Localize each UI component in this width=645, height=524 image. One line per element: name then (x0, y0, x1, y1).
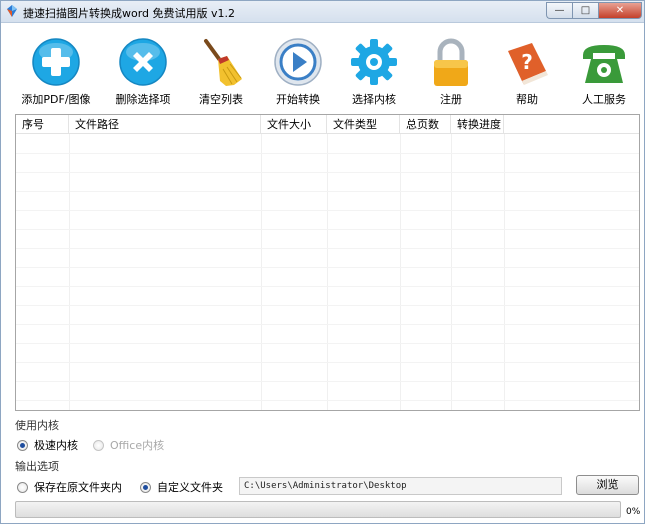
table-row-line (16, 324, 639, 325)
engine-fast-label: 极速内核 (34, 439, 78, 452)
radio-selected-indicator (17, 439, 28, 451)
column-divider (451, 134, 452, 410)
custom-folder-label: 自定义文件夹 (157, 481, 223, 494)
table-row-line (16, 286, 639, 287)
help-button[interactable]: ? 帮助 (487, 25, 567, 109)
play-icon (274, 38, 322, 86)
register-button[interactable]: 注册 (411, 25, 491, 109)
column-divider (504, 134, 505, 410)
maximize-button[interactable]: □ (572, 2, 598, 19)
select-engine-label: 选择内核 (352, 93, 396, 106)
radio-selected-indicator (140, 481, 151, 493)
clear-list-label: 清空列表 (199, 93, 243, 106)
table-row-line (16, 191, 639, 192)
column-divider (69, 134, 70, 410)
window-controls: — □ ✕ (546, 2, 642, 20)
broom-icon (204, 39, 242, 86)
table-row-line (16, 400, 639, 401)
add-icon (32, 38, 80, 86)
radio-unselected-indicator (17, 481, 28, 493)
clear-list-button[interactable]: 清空列表 (181, 25, 261, 109)
customer-service-button[interactable]: 人工服务 (564, 25, 644, 109)
table-row-line (16, 153, 639, 154)
add-pdf-image-label: 添加PDF/图像 (21, 93, 91, 106)
column-header-progress[interactable]: 转换进度 (451, 115, 504, 134)
gear-icon (351, 39, 397, 85)
column-header-file-path[interactable]: 文件路径 (69, 115, 261, 134)
progress-percent: 0% (626, 507, 641, 517)
output-section-title: 输出选项 (15, 460, 59, 473)
select-engine-button[interactable]: 选择内核 (334, 25, 414, 109)
save-original-folder-radio[interactable]: 保存在原文件夹内 (17, 479, 122, 495)
start-convert-button[interactable]: 开始转换 (258, 25, 338, 109)
table-row-line (16, 305, 639, 306)
add-pdf-image-button[interactable]: 添加PDF/图像 (16, 25, 96, 109)
minimize-button[interactable]: — (546, 2, 572, 19)
custom-folder-radio[interactable]: 自定义文件夹 (140, 479, 223, 495)
engine-office-radio[interactable]: Office内核 (93, 437, 164, 453)
save-original-folder-label: 保存在原文件夹内 (34, 481, 122, 494)
window-title: 捷速扫描图片转换成word 免费试用版 v1.2 (23, 7, 236, 20)
column-header-total-pages[interactable]: 总页数 (400, 115, 451, 134)
table-row-line (16, 229, 639, 230)
delete-icon (119, 38, 167, 86)
close-button[interactable]: ✕ (598, 2, 642, 19)
app-logo-icon (7, 5, 17, 17)
toolbar: 添加PDF/图像 删除选择项 清空列表 开始转换 选择内核 注册 ? 帮助 人工… (1, 25, 644, 109)
output-path-field[interactable]: C:\Users\Administrator\Desktop (239, 477, 562, 495)
table-row-line (16, 343, 639, 344)
register-label: 注册 (440, 93, 462, 106)
table-header: 序号 文件路径 文件大小 文件类型 总页数 转换进度 (16, 115, 639, 134)
lock-icon (434, 38, 468, 86)
column-header-file-size[interactable]: 文件大小 (261, 115, 327, 134)
help-book-icon: ? (508, 43, 548, 85)
column-header-file-type[interactable]: 文件类型 (327, 115, 400, 134)
radio-unselected-indicator (93, 439, 104, 451)
column-divider (261, 134, 262, 410)
table-row-line (16, 172, 639, 173)
browse-button[interactable]: 浏览 (576, 475, 639, 495)
delete-selected-button[interactable]: 删除选择项 (103, 25, 183, 109)
svg-text:?: ? (521, 50, 533, 74)
column-header-index[interactable]: 序号 (16, 115, 69, 134)
start-convert-label: 开始转换 (276, 93, 320, 106)
table-row-line (16, 210, 639, 211)
engine-office-label: Office内核 (110, 439, 165, 452)
file-list-table[interactable]: 序号 文件路径 文件大小 文件类型 总页数 转换进度 (15, 114, 640, 411)
engine-section-title: 使用内核 (15, 419, 59, 432)
phone-icon (583, 45, 625, 83)
table-row-line (16, 267, 639, 268)
column-divider (327, 134, 328, 410)
help-label: 帮助 (516, 93, 538, 106)
table-row-line (16, 362, 639, 363)
delete-selected-label: 删除选择项 (115, 93, 171, 106)
table-row-line (16, 248, 639, 249)
app-window: 捷速扫描图片转换成word 免费试用版 v1.2 — □ ✕ 添加PDF/图像 (0, 0, 645, 524)
table-row-line (16, 381, 639, 382)
customer-service-label: 人工服务 (582, 93, 626, 106)
conversion-progress-bar (15, 501, 621, 518)
column-divider (400, 134, 401, 410)
title-bar: 捷速扫描图片转换成word 免费试用版 v1.2 — □ ✕ (1, 1, 644, 23)
engine-fast-radio[interactable]: 极速内核 (17, 437, 78, 453)
